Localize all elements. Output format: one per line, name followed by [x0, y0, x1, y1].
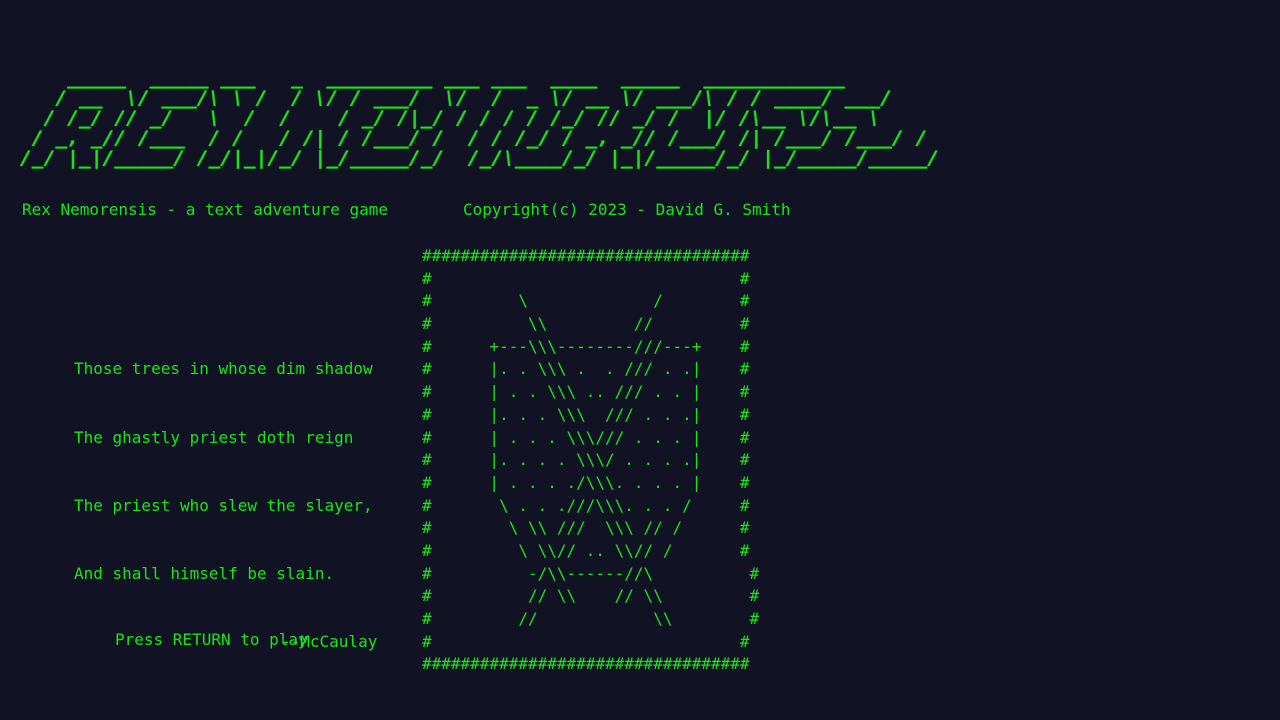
- copyright-notice: Copyright(c) 2023 - David G. Smith: [463, 200, 791, 219]
- art-line: # -/\\------//\ #: [422, 563, 760, 583]
- art-line: # +---\\\--------///---+ #: [422, 336, 750, 356]
- ascii-art-frame: ################################## # # #…: [422, 245, 759, 676]
- poem-line: The ghastly priest doth reign: [74, 427, 354, 447]
- press-return-prompt: Press RETURN to play: [115, 630, 308, 649]
- game-subtitle: Rex Nemorensis - a text adventure game: [22, 200, 389, 219]
- art-line: # | . . . ./\\\. . . . | #: [422, 472, 750, 492]
- art-line: # \\ // #: [422, 314, 750, 334]
- art-line: # | . . \\\ .. /// . . | #: [422, 382, 750, 402]
- art-line: ##################################: [422, 246, 750, 265]
- art-line: # #: [422, 631, 750, 651]
- art-line: # |. . \\\ . . /// . .| #: [422, 359, 750, 379]
- art-line: ##################################: [422, 654, 750, 674]
- art-line: # |. . . \\\ /// . . .| #: [422, 404, 750, 424]
- poem-line: The priest who slew the slayer,: [74, 495, 373, 515]
- banner-line: / __ \/ ___/\ \ / / \/ / ___/ \/ / _ \/ …: [20, 87, 892, 109]
- poem-line: And shall himself be slain.: [74, 563, 335, 583]
- art-line: # // \\ #: [422, 609, 760, 628]
- art-line: # \ \\ /// \\\ // / #: [422, 518, 750, 538]
- poem-line: Those trees in whose dim shadow: [74, 359, 373, 379]
- art-line: # #: [422, 268, 750, 288]
- art-line: # // \\ // \\ #: [422, 586, 760, 606]
- art-line: # | . . . \\\/// . . . | #: [422, 427, 750, 447]
- art-line: # \ / #: [422, 291, 750, 311]
- banner-line: _____ _____ ___ _ _________ ___ ___ ____…: [20, 67, 845, 89]
- title-banner: _____ _____ ___ _ _________ ___ ___ ____…: [20, 68, 939, 168]
- art-line: # \ \\// .. \\// / #: [422, 540, 750, 560]
- banner-line: /_/ |_|/_____/ /_/|_|/_/ |_/_____/_/ /_/…: [20, 147, 940, 169]
- banner-line: / _, _// /___ / / / /| / /___/ / / / /_/…: [20, 127, 928, 149]
- art-line: # \ . . .///\\\. . . / #: [422, 495, 750, 515]
- art-line: # |. . . . \\\/ . . . .| #: [422, 450, 750, 470]
- terminal-screen[interactable]: _____ _____ ___ _ _________ ___ ___ ____…: [0, 0, 1280, 720]
- banner-line: / /_/ // _/ \ / / / _/ /|_/ / / / / /_/ …: [20, 107, 881, 129]
